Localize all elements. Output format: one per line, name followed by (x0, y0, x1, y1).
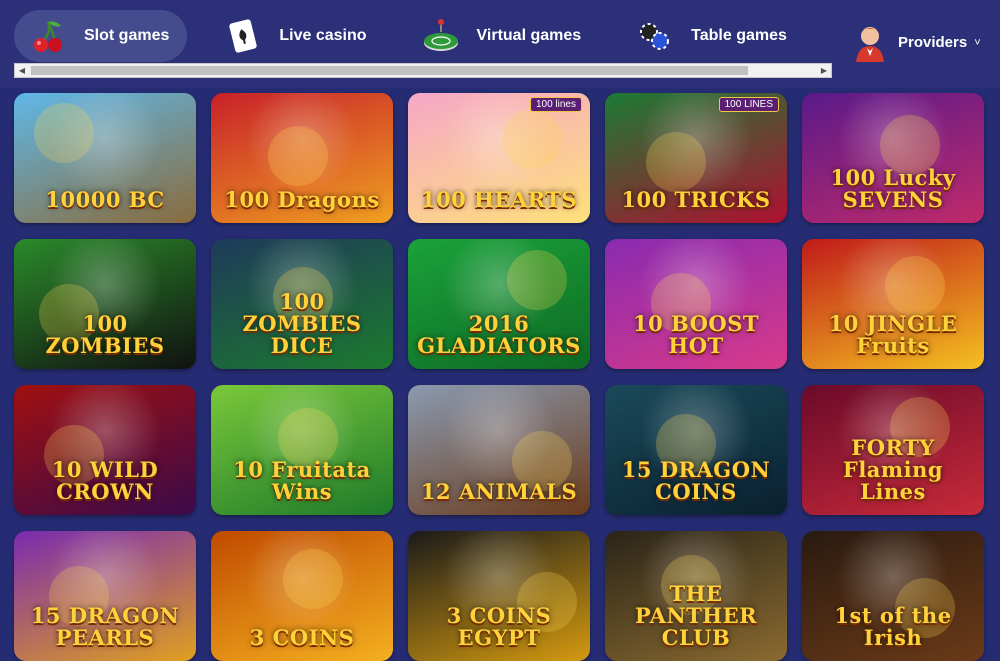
tab-stadium[interactable]: Virtual games (407, 10, 600, 62)
thumbnail-decoration (268, 126, 328, 186)
chevron-down-icon: ˅ (974, 37, 981, 49)
scrollbar-thumb[interactable] (31, 66, 748, 75)
scroll-left-arrow-icon[interactable]: ◀ (17, 66, 27, 76)
lines-badge: 100 lines (529, 97, 582, 112)
game-title: 100 TRICKS (621, 187, 771, 212)
game-tile[interactable]: 100 ZOMBIES (14, 239, 196, 369)
game-tile[interactable]: 100 LINES 100 TRICKS (605, 93, 787, 223)
game-tile[interactable]: 2016 GLADIATORS (408, 239, 590, 369)
game-title: 15 DRAGON COINS (621, 457, 771, 504)
game-title: 15 DRAGON PEARLS (30, 603, 180, 650)
game-tile[interactable]: 10 WILD CROWN (14, 385, 196, 515)
game-tile[interactable]: 3 COINS (211, 531, 393, 661)
tab-cherries[interactable]: Slot games (14, 10, 188, 62)
tab-clover[interactable]: L (827, 10, 832, 62)
game-title: 1st of the Irish (834, 603, 952, 650)
game-tile[interactable]: 3 COINS EGYPT (408, 531, 590, 661)
game-tile[interactable]: THE PANTHER CLUB (605, 531, 787, 661)
top-navigation: Slot games Live casino Virtual games Table … (0, 0, 1000, 88)
game-title: 100 Dragons (224, 187, 380, 212)
game-title: 100 ZOMBIES (45, 311, 165, 358)
game-title: 100 Lucky SEVENS (830, 165, 956, 212)
game-title: 12 ANIMALS (420, 479, 578, 504)
thumbnail-decoration (283, 549, 343, 609)
providers-label: Providers (898, 33, 968, 51)
game-title: 3 COINS EGYPT (446, 603, 552, 650)
scroll-right-arrow-icon[interactable]: ▶ (819, 66, 829, 76)
cherries-icon (28, 16, 68, 56)
game-tile[interactable]: 15 DRAGON COINS (605, 385, 787, 515)
game-tile[interactable]: FORTY Flaming Lines (802, 385, 984, 515)
game-grid: 10000 BC 100 Dragons 100 lines 100 HEARTS 10… (14, 93, 1000, 661)
game-title: 10 BOOST HOT (632, 311, 760, 358)
thumbnail-decoration (502, 109, 562, 169)
thumbnail-decoration (885, 256, 945, 316)
thumbnail-decoration (34, 103, 94, 163)
game-tile[interactable]: 10 BOOST HOT (605, 239, 787, 369)
tab-label: Slot games (84, 27, 170, 44)
game-title: 100 ZOMBIES DICE (242, 289, 362, 358)
game-tile[interactable]: 10 JINGLE Fruits (802, 239, 984, 369)
tabs-scrollbar[interactable]: ◀ ▶ (14, 63, 832, 78)
game-title: 3 COINS (249, 625, 355, 650)
game-title: THE PANTHER CLUB (634, 581, 758, 650)
game-title: 2016 GLADIATORS (417, 311, 581, 358)
game-title: 100 HEARTS (420, 187, 578, 212)
stadium-icon (421, 16, 461, 56)
tab-playing-card[interactable]: Live casino (209, 10, 384, 62)
game-tile[interactable]: 15 DRAGON PEARLS (14, 531, 196, 661)
tab-poker-chips[interactable]: Table games (621, 10, 805, 62)
thumbnail-decoration (646, 132, 706, 192)
tab-label: Live casino (279, 27, 367, 44)
game-title: 10000 BC (45, 187, 165, 212)
providers-dropdown[interactable]: Providers ˅ (852, 16, 1000, 68)
thumbnail-decoration (507, 250, 567, 310)
game-tile[interactable]: 100 lines 100 HEARTS (408, 93, 590, 223)
game-title: 10 Fruitata Wins (233, 457, 371, 504)
game-tile[interactable]: 100 Dragons (211, 93, 393, 223)
lines-badge: 100 LINES (718, 97, 779, 112)
game-title: 10 WILD CROWN (51, 457, 159, 504)
game-tile[interactable]: 10 Fruitata Wins (211, 385, 393, 515)
tab-label: Table games (691, 27, 787, 44)
game-title: FORTY Flaming Lines (842, 435, 944, 504)
game-tile[interactable]: 10000 BC (14, 93, 196, 223)
game-tile[interactable]: 100 ZOMBIES DICE (211, 239, 393, 369)
game-tile[interactable]: 100 Lucky SEVENS (802, 93, 984, 223)
game-tile[interactable]: 12 ANIMALS (408, 385, 590, 515)
tab-label: Virtual games (476, 27, 582, 44)
poker-chips-icon (635, 16, 675, 56)
provider-avatar-icon (856, 27, 884, 62)
game-title: 10 JINGLE Fruits (828, 311, 958, 358)
category-tabs: Slot games Live casino Virtual games Table … (14, 10, 832, 62)
playing-card-icon (223, 16, 263, 56)
game-tile[interactable]: 1st of the Irish (802, 531, 984, 661)
